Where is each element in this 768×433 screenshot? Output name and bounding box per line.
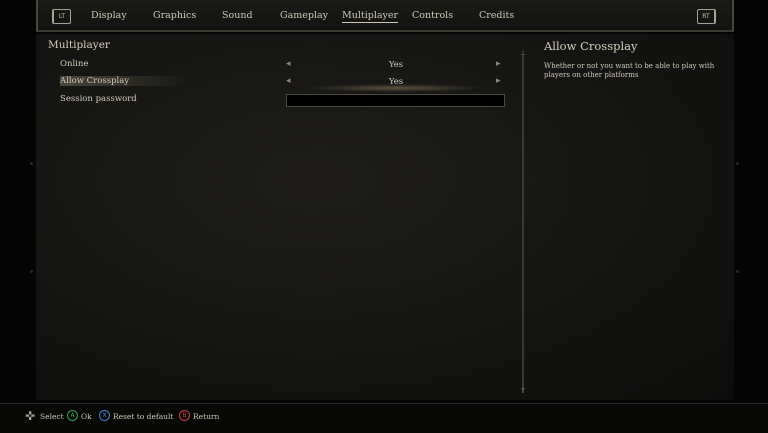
setting-value-allow-crossplay: Yes bbox=[388, 77, 404, 87]
setting-label-online[interactable]: Online bbox=[60, 59, 88, 69]
tab-display[interactable]: Display bbox=[91, 10, 127, 21]
hint-select: Select bbox=[40, 412, 64, 421]
arrow-right-icon[interactable]: ▸ bbox=[496, 76, 501, 86]
hint-return: Return bbox=[193, 412, 220, 421]
arrow-left-icon[interactable]: ◂ bbox=[286, 76, 291, 86]
tab-credits[interactable]: Credits bbox=[479, 10, 514, 21]
scrollbar[interactable] bbox=[522, 55, 524, 393]
dpad-icon: ✜ bbox=[24, 409, 36, 423]
session-password-input[interactable] bbox=[286, 94, 505, 107]
description-text: Whether or not you want to be able to pl… bbox=[544, 62, 715, 79]
a-button-icon: A bbox=[67, 410, 78, 421]
arrow-right-icon[interactable]: ▸ bbox=[496, 59, 501, 69]
x-button-icon: X bbox=[99, 410, 110, 421]
setting-label-allow-crossplay[interactable]: Allow Crossplay bbox=[60, 76, 190, 86]
right-trigger-button[interactable]: RT bbox=[697, 9, 716, 24]
tab-multiplayer[interactable]: Multiplayer bbox=[342, 10, 399, 23]
tab-gameplay[interactable]: Gameplay bbox=[280, 10, 328, 21]
tab-controls[interactable]: Controls bbox=[412, 10, 453, 21]
arrow-left-icon[interactable]: ◂ bbox=[286, 59, 291, 69]
hint-ok: Ok bbox=[81, 412, 92, 421]
b-button-icon: B bbox=[179, 410, 190, 421]
tab-graphics[interactable]: Graphics bbox=[153, 10, 196, 21]
description-title: Allow Crossplay bbox=[544, 39, 638, 53]
setting-value-online: Yes bbox=[388, 60, 404, 70]
left-trigger-button[interactable]: LT bbox=[52, 9, 71, 24]
hint-reset-to-default: Reset to default bbox=[113, 412, 174, 421]
setting-label-session-password[interactable]: Session password bbox=[60, 94, 137, 104]
section-title: Multiplayer bbox=[48, 39, 110, 51]
tab-sound[interactable]: Sound bbox=[222, 10, 253, 21]
scroll-down-icon[interactable]: ⊤ bbox=[520, 387, 526, 395]
